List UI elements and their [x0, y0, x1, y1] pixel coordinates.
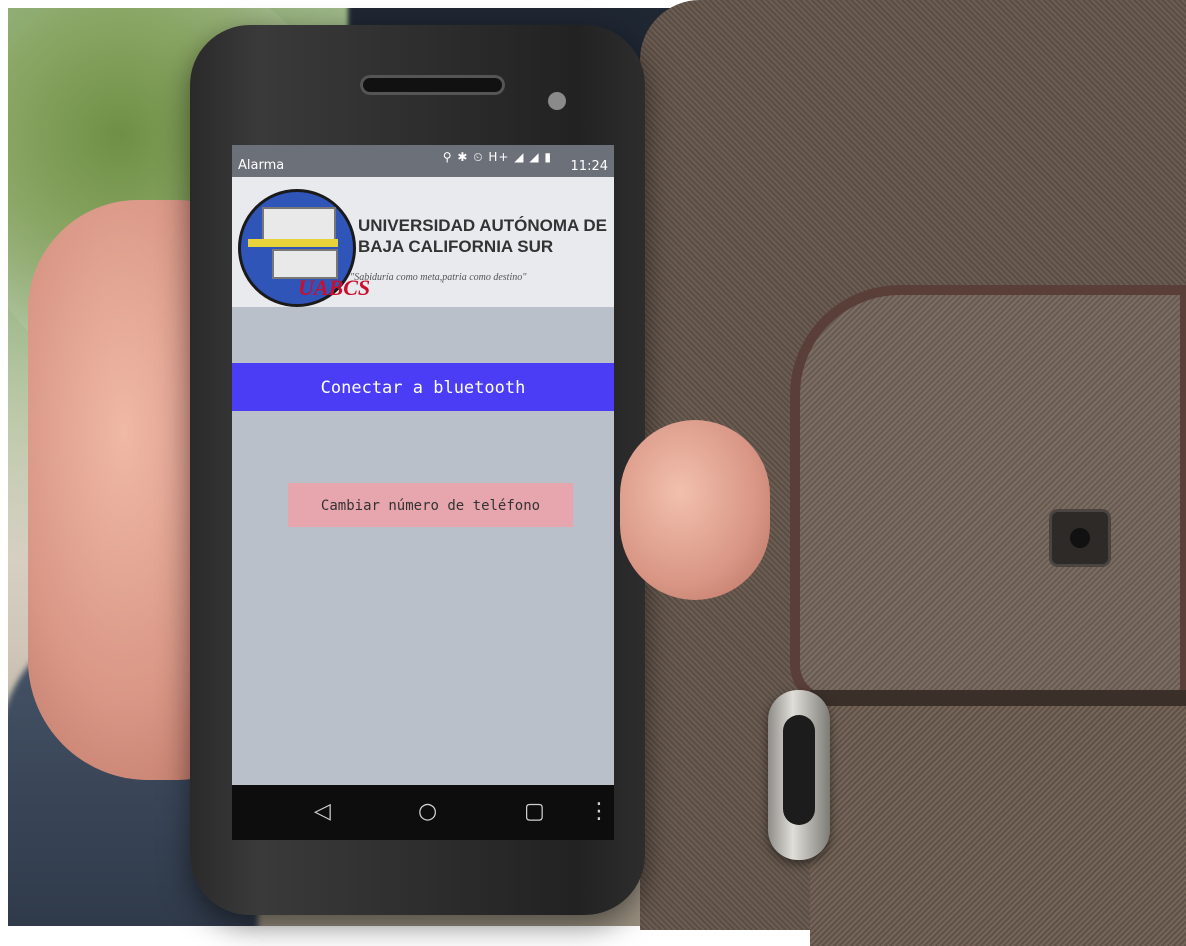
seal-stripe [248, 239, 338, 247]
phone-camera [548, 92, 566, 110]
backpack-pocket [790, 285, 1186, 705]
menu-icon[interactable]: ⋮ [588, 799, 610, 824]
status-time: 11:24 [570, 159, 608, 174]
status-icons: ⚲ ✱ ⏲ H+ ◢ ◢ ▮ [442, 150, 552, 164]
backpack-lower-pocket [810, 690, 1186, 946]
university-logo-banner: UNIVERSIDAD AUTÓNOMA DE BAJA CALIFORNIA … [232, 177, 614, 307]
seal-panel-top [262, 207, 336, 241]
app-title: Alarma [238, 158, 285, 173]
recents-icon[interactable]: ▢ [524, 799, 545, 824]
change-phone-number-button[interactable]: Cambiar número de teléfono [288, 483, 573, 527]
hidden-alarm-button [1052, 512, 1108, 564]
status-bar: Alarma ⚲ ✱ ⏲ H+ ◢ ◢ ▮ 11:24 [232, 145, 614, 177]
phone-speaker [360, 75, 505, 95]
university-name: UNIVERSIDAD AUTÓNOMA DE BAJA CALIFORNIA … [358, 216, 608, 256]
home-icon[interactable]: ○ [418, 799, 437, 824]
android-nav-bar: ◁ ○ ▢ ⋮ [232, 785, 614, 840]
uabcs-logotype: UABCS [298, 275, 371, 300]
connect-bluetooth-button[interactable]: Conectar a bluetooth [232, 363, 614, 411]
zipper-pull-inner [783, 715, 815, 825]
university-motto: "Sabiduría como meta,patria como destino… [350, 272, 527, 283]
back-icon[interactable]: ◁ [314, 799, 331, 824]
phone-screen: Alarma ⚲ ✱ ⏲ H+ ◢ ◢ ▮ 11:24 UNIVERSIDAD … [232, 145, 614, 785]
thumb [620, 420, 770, 600]
